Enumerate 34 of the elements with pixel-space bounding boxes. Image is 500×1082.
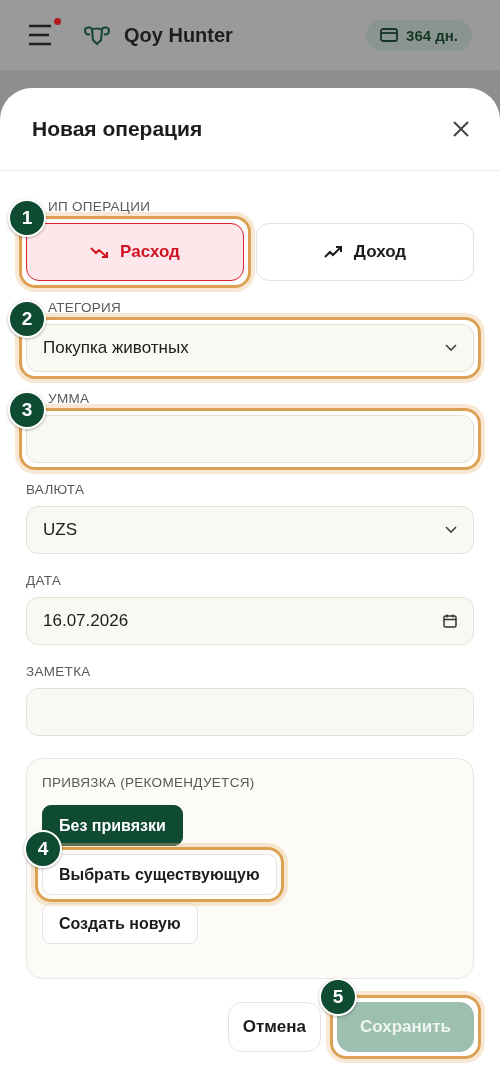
subscription-chip[interactable]: 364 дн.	[366, 19, 472, 51]
close-icon[interactable]	[452, 120, 470, 138]
card-icon	[380, 28, 399, 42]
menu-icon[interactable]	[28, 24, 54, 46]
select-field[interactable]: UZS	[26, 506, 474, 554]
trend-up-icon	[323, 245, 344, 259]
step-badge: 3	[8, 391, 46, 429]
field-label: УММА	[47, 391, 91, 407]
text-field[interactable]	[26, 688, 474, 736]
field-label: ДАТА	[26, 573, 63, 589]
field-label: ПРИВЯЗКА (РЕКОМЕНДУЕТСЯ)	[42, 775, 255, 791]
link-option[interactable]: Выбрать существующую	[42, 854, 277, 895]
step-badge: 4	[24, 830, 62, 868]
calendar-icon	[443, 614, 457, 628]
field-label: ЗАМЕТКА	[26, 664, 92, 680]
ram-icon	[84, 24, 110, 46]
field-label: ВАЛЮТА	[26, 482, 86, 498]
link-option[interactable]: Создать новую	[42, 903, 198, 944]
step-badge: 1	[8, 199, 46, 237]
field-label: АТЕГОРИЯ	[47, 300, 123, 316]
step-badge: 5	[318, 978, 357, 1016]
text-field[interactable]	[26, 415, 474, 463]
chevron-down-icon	[445, 344, 457, 352]
select-field[interactable]: Покупка животных	[26, 324, 474, 372]
chevron-down-icon	[445, 526, 457, 534]
cancel-button[interactable]: Отмена	[227, 1002, 321, 1052]
date-field[interactable]: 16.07.2026	[26, 597, 474, 645]
type-tab[interactable]: Доход	[256, 223, 474, 281]
type-tab[interactable]: Расход	[26, 223, 244, 281]
trend-down-icon	[90, 245, 111, 259]
step-badge: 2	[8, 300, 46, 338]
field-label: ИП ОПЕРАЦИИ	[47, 199, 152, 215]
dialog-title: Новая операция	[32, 117, 203, 141]
app-title: Qoy Hunter	[124, 23, 233, 47]
